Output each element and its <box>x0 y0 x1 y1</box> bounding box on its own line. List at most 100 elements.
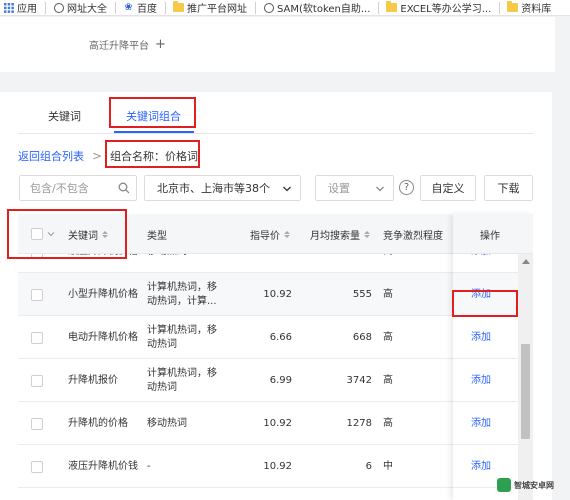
competition-cell: 高 <box>383 331 393 343</box>
bookmark-item[interactable]: 应用 <box>0 0 45 15</box>
row-checkbox[interactable] <box>31 331 43 344</box>
add-cell: 添加 <box>471 445 491 488</box>
bookmark-separator <box>45 1 46 14</box>
type-line: 动热词，计算... <box>147 295 217 307</box>
type-line: 计算机热词，移 <box>147 367 217 379</box>
folder-icon <box>386 1 398 13</box>
bookmark-item[interactable]: 推广平台网址 <box>170 0 255 15</box>
row-checkbox[interactable] <box>31 374 43 387</box>
search-icon[interactable] <box>118 182 130 194</box>
globe-icon <box>53 2 64 13</box>
help-icon[interactable]: ? <box>399 180 414 195</box>
column-price[interactable]: 指导价 <box>250 214 290 254</box>
bookmark-item[interactable]: SAM(软token自助... <box>260 0 378 15</box>
row-checkbox-cell[interactable] <box>31 402 43 445</box>
highlight-box <box>105 140 200 168</box>
table-row: 升降机的价格 移动热词 10.92 1278 高 添加 <box>18 402 521 445</box>
keyword-cell: 液压升降机价钱 <box>68 460 138 472</box>
add-link[interactable]: 添加 <box>471 374 491 388</box>
highlight-box <box>7 209 127 259</box>
row-checkbox[interactable] <box>31 417 43 430</box>
download-button[interactable]: 下载 <box>484 175 533 201</box>
row-checkbox-cell[interactable] <box>31 445 43 488</box>
column-type-label: 类型 <box>147 230 167 242</box>
table-row: 升降机报价 计算机热词，移 动热词 6.99 3742 高 添加 <box>18 359 521 402</box>
row-checkbox-cell[interactable] <box>31 316 43 359</box>
bookmark-item[interactable]: 资料库 <box>504 0 559 15</box>
bookmark-separator <box>115 1 116 14</box>
add-cell: 添加 <box>471 402 491 445</box>
row-checkbox-cell[interactable] <box>31 359 43 402</box>
column-action-label: 操作 <box>480 230 500 242</box>
folder-icon <box>173 1 184 13</box>
search-input[interactable] <box>20 176 110 200</box>
scrollbar-thumb[interactable] <box>521 344 530 439</box>
bookmark-label: 资料库 <box>521 4 552 15</box>
scrollbar[interactable] <box>518 254 533 500</box>
sort-icon[interactable] <box>284 230 290 238</box>
add-link[interactable]: 添加 <box>471 460 491 474</box>
customize-button[interactable]: 自定义 <box>420 175 476 201</box>
type-line: 计算机热词，移 <box>147 324 217 336</box>
price-cell: 6.66 <box>269 331 292 343</box>
tab-keywords[interactable]: 关键词 <box>48 108 81 124</box>
add-link[interactable]: 添加 <box>471 331 491 345</box>
row-checkbox[interactable] <box>31 288 43 301</box>
platform-tag[interactable]: 高迁升降平台 + <box>89 36 166 53</box>
highlight-box <box>109 97 196 128</box>
sort-icon[interactable] <box>364 230 370 238</box>
back-to-list-link[interactable]: 返回组合列表 <box>18 148 84 164</box>
row-checkbox[interactable] <box>31 460 43 473</box>
bookmark-separator <box>255 1 256 14</box>
tab-bar: 关键词 关键词组合 <box>18 98 533 134</box>
type-line: 动热词 <box>147 381 177 393</box>
bookmark-label: SAM(软token自助... <box>277 4 371 15</box>
bookmark-item[interactable]: ❀ 百度 <box>120 0 165 15</box>
keyword-cell: 升降机的价格 <box>68 417 128 429</box>
scroll-up-arrow-icon[interactable] <box>522 259 530 264</box>
bookmark-item[interactable]: 网址大全 <box>50 0 115 15</box>
add-cell: 添加 <box>471 359 491 402</box>
region-select[interactable]: 北京市、上海市等38个 <box>144 175 301 201</box>
column-price-label: 指导价 <box>250 230 280 242</box>
table-row: 液压升降机价钱 - 10.92 6 中 添加 <box>18 445 521 488</box>
price-cell: 10.92 <box>263 288 292 300</box>
keyword-cell: 小型升降机价格 <box>68 288 138 300</box>
region-value: 北京市、上海市等38个 <box>157 182 270 195</box>
volume-cell: 555 <box>352 288 372 300</box>
column-type: 类型 <box>147 214 167 254</box>
search-box[interactable] <box>19 175 137 201</box>
volume-cell: 668 <box>352 331 372 343</box>
chevron-down-icon <box>376 186 384 192</box>
competition-cell: 高 <box>383 374 393 386</box>
keyword-cell: 升降机报价 <box>68 374 118 386</box>
platform-tag-label: 高迁升降平台 <box>89 41 149 52</box>
column-volume[interactable]: 月均搜索量 <box>310 214 370 254</box>
competition-cell: 高 <box>383 417 393 429</box>
bookmark-label: 百度 <box>137 4 157 15</box>
platform-card: 高迁升降平台 + <box>0 17 555 72</box>
breadcrumb-separator: > <box>92 149 103 163</box>
setting-placeholder: 设置 <box>328 182 350 195</box>
competition-cell: 高 <box>383 254 393 273</box>
price-cell: 10.92 <box>263 460 292 472</box>
add-link[interactable]: 添加 <box>471 254 491 259</box>
plus-icon[interactable]: + <box>155 38 166 51</box>
bookmark-item[interactable]: EXCEL等办公学习... <box>383 0 499 15</box>
setting-select[interactable]: 设置 <box>315 175 394 201</box>
price-cell: 6.99 <box>269 374 292 386</box>
bookmark-separator <box>165 1 166 14</box>
highlight-box <box>452 290 518 317</box>
volume-cell: 6 <box>365 460 372 472</box>
bookmark-label: 推广平台网址 <box>187 4 247 15</box>
volume-cell: 1278 <box>346 417 372 429</box>
volume-cell: 3742 <box>346 374 372 386</box>
row-checkbox-cell[interactable] <box>31 273 43 316</box>
price-cell: 10.92 <box>218 254 292 273</box>
type-line: 移动热词 <box>147 254 187 259</box>
add-link[interactable]: 添加 <box>471 417 491 431</box>
baidu-paw-icon: ❀ <box>124 1 133 13</box>
table-row: 电动升降机价格 计算机热词，移 动热词 6.66 668 高 添加 <box>18 316 521 359</box>
table-row: 小型升降机价格 计算机热词，移 动热词，计算... 10.92 555 高添加 <box>18 273 521 316</box>
bookmark-label: 应用 <box>17 4 37 15</box>
